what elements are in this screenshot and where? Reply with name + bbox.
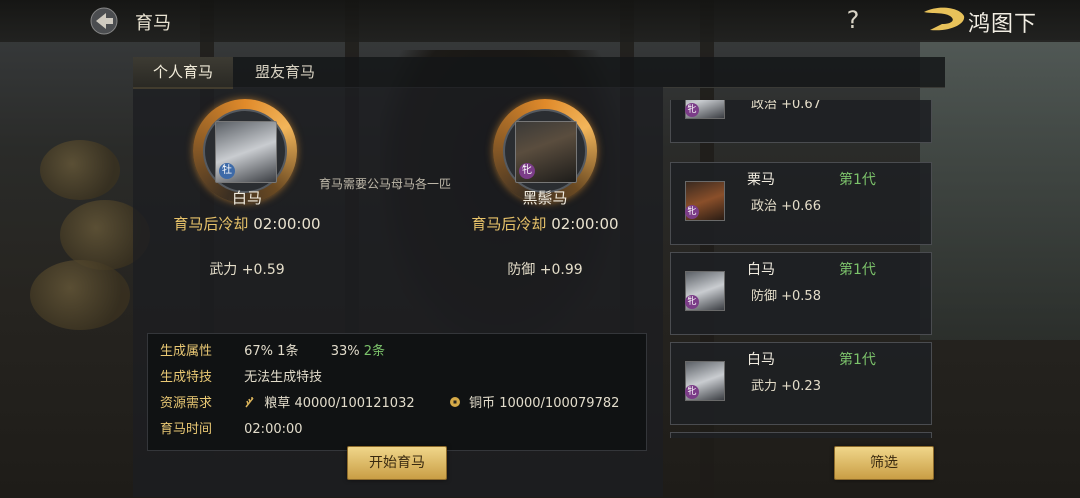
horse-generation: 第1代 xyxy=(839,352,876,368)
horse-list: 牝 政治 +0.67 牝 栗马 第1代 政治 +0.66 牝 白马 第1代 防御… xyxy=(668,100,934,438)
gen-attr-row: 生成属性 67% 1条 33% 2条 xyxy=(160,342,385,362)
breeding-hint: 育马需要公马母马各一匹 xyxy=(319,177,452,191)
male-gender-badge: 牡 xyxy=(219,163,235,179)
female-cooldown: 育马后冷却 02:00:00 xyxy=(435,213,655,234)
breeding-area: 牡 白马 育马后冷却 02:00:00 武力 +0.59 育马需要公马母马各一匹… xyxy=(133,87,663,497)
horse-name: 栗马 xyxy=(747,172,775,188)
breed-time-label: 育马时间 xyxy=(160,422,213,437)
horse-stat: 政治 +0.67 xyxy=(751,100,821,112)
male-cooldown: 育马后冷却 02:00:00 xyxy=(137,213,357,234)
gen-skill-label: 生成特技 xyxy=(160,370,213,385)
female-gender-badge: 牝 xyxy=(685,385,699,399)
grain-label: 粮草 xyxy=(264,396,291,411)
male-stat: 武力 +0.59 xyxy=(209,262,285,278)
list-item[interactable]: 牝 白马 第1代 武力 +0.23 xyxy=(670,342,932,425)
resource-label: 资源需求 xyxy=(160,396,213,411)
breed-time-value: 02:00:00 xyxy=(244,422,303,437)
top-bar: 育马 ? 鸿图下 xyxy=(0,0,1080,42)
cooldown-label: 育马后冷却 xyxy=(471,215,547,233)
female-gender-badge: 牝 xyxy=(685,295,699,309)
list-item[interactable]: 牝 白马 第1代 防御 +0.58 xyxy=(670,252,932,335)
filter-button[interactable]: 筛选 xyxy=(834,446,934,480)
horse-name: 白马 xyxy=(747,262,775,278)
horse-name: 白马 xyxy=(747,352,775,368)
female-gender-badge: 牝 xyxy=(519,163,535,179)
gen-attr-label: 生成属性 xyxy=(160,344,213,359)
logo-text: 鸿图下 xyxy=(968,12,1038,37)
resource-row: 资源需求 粮草 40000/100121032 铜币 10000/1000797… xyxy=(160,394,619,414)
start-breeding-button[interactable]: 开始育马 xyxy=(347,446,447,480)
copper-coin-icon xyxy=(449,395,461,407)
copper-value: 10000/100079782 xyxy=(499,396,620,411)
gen-skill-value: 无法生成特技 xyxy=(244,370,323,385)
grain-icon xyxy=(244,395,256,408)
grain-value: 40000/100121032 xyxy=(294,396,415,411)
female-stat: 防御 +0.99 xyxy=(507,262,583,278)
tab-alliance-breeding[interactable]: 盟友育马 xyxy=(235,57,335,87)
cooldown-time: 02:00:00 xyxy=(551,215,619,233)
cooldown-label: 育马后冷却 xyxy=(173,215,249,233)
tab-bar: 个人育马 盟友育马 xyxy=(133,57,945,89)
tab-personal-breeding[interactable]: 个人育马 xyxy=(133,57,233,89)
copper-label: 铜币 xyxy=(469,396,496,411)
list-item[interactable]: 牝 政治 +0.67 xyxy=(670,100,932,143)
female-gender-badge: 牝 xyxy=(685,205,699,219)
breed-time-row: 育马时间 02:00:00 xyxy=(160,420,303,440)
cooldown-time: 02:00:00 xyxy=(253,215,321,233)
list-item[interactable] xyxy=(670,432,932,438)
horse-stat: 防御 +0.58 xyxy=(751,289,821,304)
horse-generation: 第1代 xyxy=(839,172,876,188)
horse-stat: 政治 +0.66 xyxy=(751,199,821,214)
breeding-info-box: 生成属性 67% 1条 33% 2条 生成特技 无法生成特技 资源需求 粮草 4… xyxy=(147,333,647,451)
help-icon[interactable]: ? xyxy=(842,6,864,34)
gen-attr-b-count: 2条 xyxy=(363,344,386,359)
back-button[interactable] xyxy=(86,4,122,38)
female-gender-badge: 牝 xyxy=(685,103,699,117)
gen-skill-row: 生成特技 无法生成特技 xyxy=(160,368,322,388)
horse-generation: 第1代 xyxy=(839,262,876,278)
list-item[interactable]: 牝 栗马 第1代 政治 +0.66 xyxy=(670,162,932,245)
gen-attr-a: 67% 1条 xyxy=(244,344,299,359)
gen-attr-b-pct: 33% xyxy=(330,344,360,359)
female-horse-name: 黑鬃马 xyxy=(522,189,568,207)
male-horse-name: 白马 xyxy=(231,189,262,207)
horse-stat: 武力 +0.23 xyxy=(751,379,821,394)
page-title: 育马 xyxy=(135,13,171,34)
